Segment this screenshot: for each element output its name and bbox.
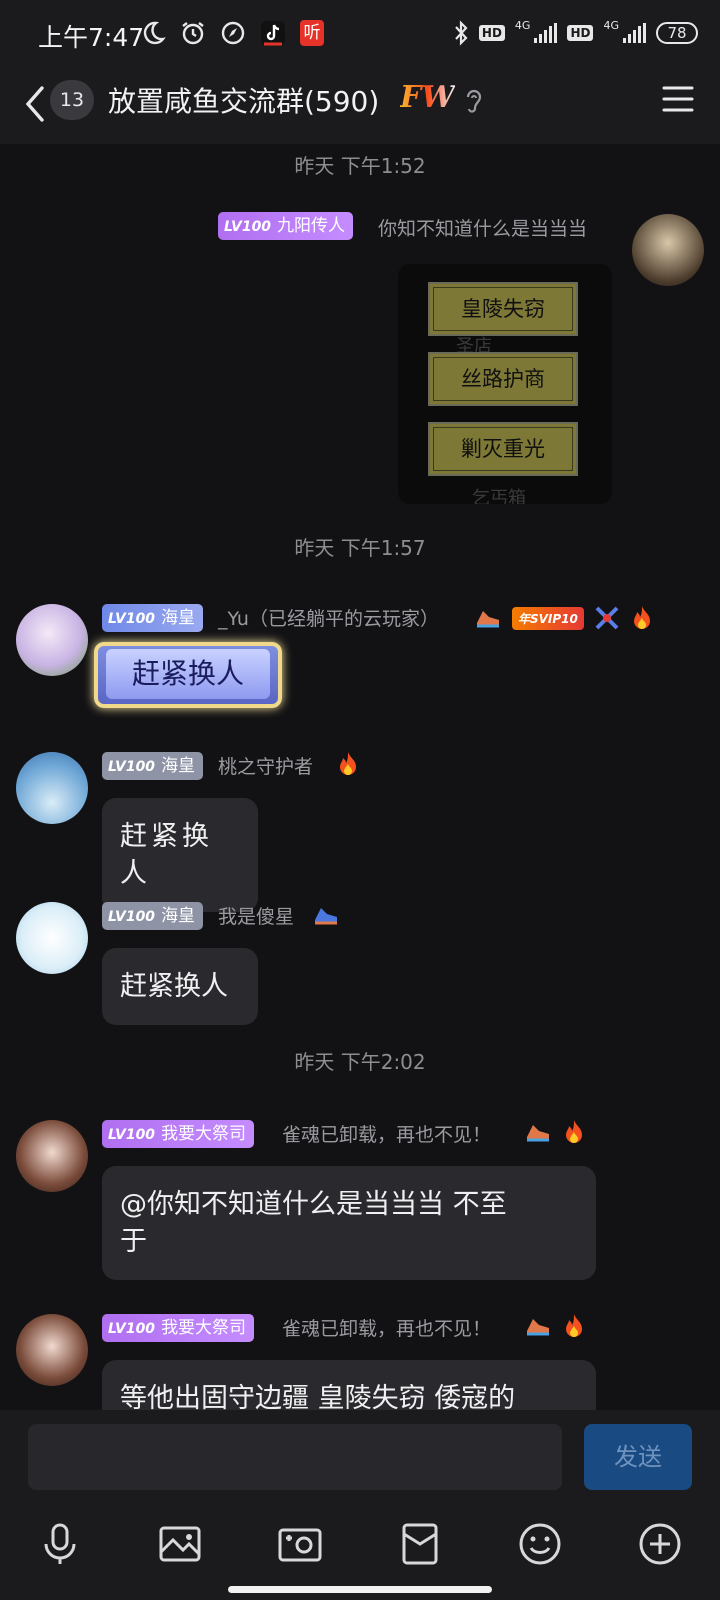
level-badge: LV100 我要大祭司 [102,1314,255,1342]
composer: 发送 [0,1410,720,1600]
message-text-line: @你知不知道什么是当当当 不至 [120,1189,507,1220]
member-badges [524,1312,586,1340]
status-right-icons: HD 4G HD 4G 78 [453,18,698,46]
message-bubble[interactable]: 赶紧换人 [102,948,258,1025]
plus-icon[interactable] [636,1520,684,1568]
group-title[interactable]: 放置咸鱼交流群(590) [108,80,379,120]
clock: 上午7:47 [38,23,145,52]
card-option-button: 皇陵失窃 [428,282,578,336]
message-list[interactable]: 昨天 下午1:52 你知不知道什么是当当当 LV100 九阳传人 圣店 乞丐箱 皇… [0,144,720,1410]
moon-icon [143,21,166,45]
shoe-badge-icon [315,908,337,925]
hd-label-2: HD [567,25,594,41]
ear-icon[interactable] [463,86,485,116]
level-badge: LV100 九阳传人 [218,212,354,240]
sender-nickname: _Yu（已经躺平的云玩家） [218,608,439,630]
sender-nickname: 雀魂已卸载，再也不见！ [282,1124,492,1146]
menu-icon[interactable] [662,84,694,114]
fire-icon [566,1120,582,1143]
avatar[interactable] [16,1120,88,1192]
ting-app-icon: 听 [300,20,324,46]
card-option-button: 剿灭重光 [428,422,578,476]
chat-header: 13 放置咸鱼交流群(590) FW [0,70,720,144]
unread-count-badge[interactable]: 13 [50,80,94,120]
hd-label-1: HD [478,25,505,41]
message-bubble[interactable]: @你知不知道什么是当当当 不至 于 [102,1166,596,1280]
sticker-message[interactable]: 赶紧换人 [94,642,282,708]
fire-icon [633,606,650,629]
network-label-1: 4G [514,18,531,32]
status-bar: 上午7:47 听 HD 4G HD 4G 78 [0,0,720,70]
level-badge: LV100 海皇 [102,902,204,930]
sticker-text: 赶紧换人 [106,649,270,699]
tiktok-icon [261,21,285,46]
composer-toolbar [0,1520,720,1576]
signal-icon-1 [534,23,558,43]
battery-indicator: 78 [656,22,698,44]
avatar[interactable] [16,902,88,974]
timestamp: 昨天 下午2:02 [294,1050,426,1074]
message-bubble[interactable]: 赶紧换人 [102,798,258,912]
send-button[interactable]: 发送 [584,1424,692,1490]
emoji-icon[interactable] [516,1520,564,1568]
compass-icon [221,21,245,45]
back-icon[interactable] [22,84,48,124]
member-badges: 年SVIP10 [474,604,654,632]
timestamp: 昨天 下午1:57 [294,536,426,560]
message-bubble[interactable]: 等他出固守边疆 皇陵失窃 倭寇的 [102,1360,596,1410]
signal-icon-2 [623,23,646,43]
card-faint-text: 乞丐箱 [472,488,526,504]
sender-nickname: 你知不知道什么是当当当 [378,218,588,240]
home-indicator[interactable] [228,1586,492,1593]
image-icon[interactable] [156,1520,204,1568]
crossed-swords-icon [595,606,619,630]
group-level-badge: FW [400,80,455,115]
sender-nickname: 我是傻星 [218,906,295,928]
red-packet-icon[interactable] [396,1520,444,1568]
svip-badge: 年SVIP10 [512,606,584,630]
card-option-button: 丝路护商 [428,352,578,406]
level-badge: LV100 海皇 [102,604,204,632]
level-badge: LV100 我要大祭司 [102,1120,255,1148]
camera-icon[interactable] [276,1520,324,1568]
avatar[interactable] [16,752,88,824]
microphone-icon[interactable] [36,1520,84,1568]
level-badge: LV100 海皇 [102,752,204,780]
shoe-badge-icon [527,1319,549,1336]
alarm-icon [182,22,204,45]
member-badges [524,1118,586,1146]
shoe-badge-icon [477,611,499,628]
image-message[interactable]: 圣店 乞丐箱 皇陵失窃 丝路护商 剿灭重光 [398,264,612,504]
fire-icon [566,1314,582,1337]
sender-nickname: 雀魂已卸载，再也不见！ [282,1318,492,1340]
timestamp: 昨天 下午1:52 [294,154,426,178]
shoe-badge-icon [527,1125,549,1142]
avatar[interactable] [16,1314,88,1386]
network-label-2: 4G [603,18,619,32]
status-left-icons: 听 [140,20,324,46]
message-text-line: 于 [120,1226,147,1257]
avatar[interactable] [16,604,88,676]
fire-icon [340,752,356,775]
avatar[interactable] [632,214,704,286]
message-input[interactable] [28,1424,562,1490]
sender-nickname: 桃之守护者 [218,756,314,778]
bluetooth-icon [455,20,468,46]
